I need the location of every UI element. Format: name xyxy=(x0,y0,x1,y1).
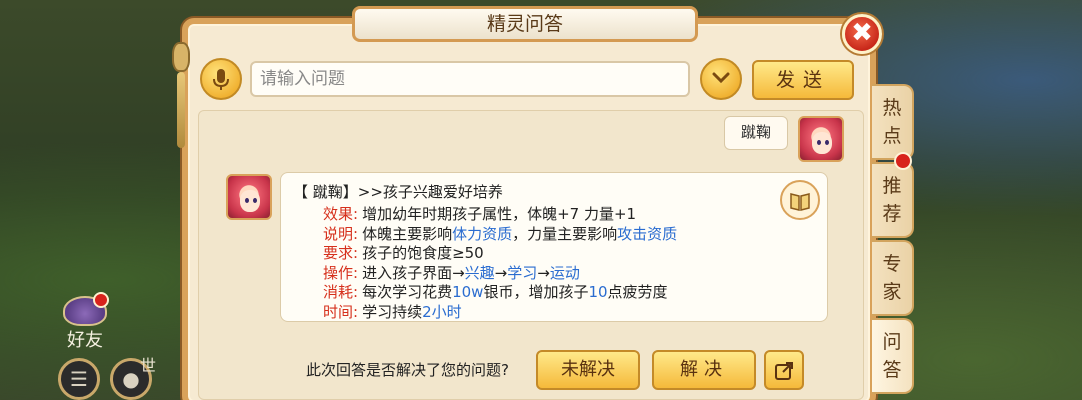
tab-qa-label: 问答 xyxy=(882,331,902,381)
link-interest[interactable]: 兴趣 xyxy=(465,264,495,282)
friends-label: 好友 xyxy=(67,330,103,351)
share-icon xyxy=(775,362,793,380)
close-button[interactable]: ✖ xyxy=(842,14,882,54)
send-button[interactable]: 发送 xyxy=(752,60,854,100)
assistant-avatar xyxy=(226,174,272,220)
unsolved-button[interactable]: 未解决 xyxy=(536,350,640,390)
link-study[interactable]: 学习 xyxy=(507,264,537,282)
answer-row-time: 时间: 学习持续2小时 xyxy=(323,302,462,321)
answer-rows: 效果: 增加幼年时期孩子属性，体魄+7 力量+1 说明: 体魄主要影响体力资质，力量… xyxy=(323,203,678,321)
feedback-question: 此次回答是否解决了您的问题? xyxy=(306,361,509,379)
tab-hot-label: 热点 xyxy=(882,97,902,147)
dialog-title: 精灵问答 xyxy=(352,6,698,42)
voice-input-button[interactable] xyxy=(200,58,242,100)
question-input[interactable] xyxy=(250,61,690,97)
solved-button[interactable]: 解决 xyxy=(652,350,756,390)
chat-icon[interactable]: ☰ xyxy=(58,358,100,400)
user-avatar xyxy=(798,116,844,162)
close-icon: ✖ xyxy=(851,18,873,48)
book-icon xyxy=(790,193,810,211)
microphone-icon xyxy=(213,69,229,90)
answer-row-operation: 操作: 进入孩子界面→兴趣→学习→运动 xyxy=(323,263,580,282)
tab-recommend[interactable]: 推荐 xyxy=(872,162,914,238)
tab-hot[interactable]: 热点 xyxy=(872,84,914,160)
answer-bubble: 【 蹴鞠】>>孩子兴趣爱好培养 效果: 增加幼年时期孩子属性，体魄+7 力量+1 … xyxy=(280,172,828,322)
share-button[interactable] xyxy=(764,350,804,390)
tassel-decoration xyxy=(172,42,190,152)
answer-title: 【 蹴鞠】>>孩子兴趣爱好培养 xyxy=(293,183,503,201)
chevron-down-icon xyxy=(712,72,730,84)
notification-dot xyxy=(93,292,109,308)
answer-row-cost: 消耗: 每次学习花费10w银币，增加孩子10点疲劳度 xyxy=(323,283,668,301)
link-sport[interactable]: 运动 xyxy=(550,264,580,282)
user-message-bubble: 蹴鞠 xyxy=(724,116,788,150)
link-stamina-aptitude[interactable]: 体力资质 xyxy=(452,225,512,243)
guide-book-button[interactable] xyxy=(780,180,820,220)
answer-row-description: 说明: 体魄主要影响体力资质，力量主要影响攻击资质 xyxy=(323,224,678,243)
tab-expert-label: 专家 xyxy=(882,253,902,303)
answer-row-requirement: 要求: 孩子的饱食度≥50 xyxy=(323,244,484,262)
history-dropdown-button[interactable] xyxy=(700,58,742,100)
world-channel-label: 世 xyxy=(140,356,157,375)
friends-button[interactable]: 好友 xyxy=(55,292,115,352)
tab-expert[interactable]: 专家 xyxy=(872,240,914,316)
link-attack-aptitude[interactable]: 攻击资质 xyxy=(617,225,677,243)
tab-recommend-label: 推荐 xyxy=(882,175,902,225)
answer-row-effect: 效果: 增加幼年时期孩子属性，体魄+7 力量+1 xyxy=(323,205,637,223)
recommend-notification-dot xyxy=(894,152,912,170)
tab-qa[interactable]: 问答 xyxy=(872,318,914,394)
